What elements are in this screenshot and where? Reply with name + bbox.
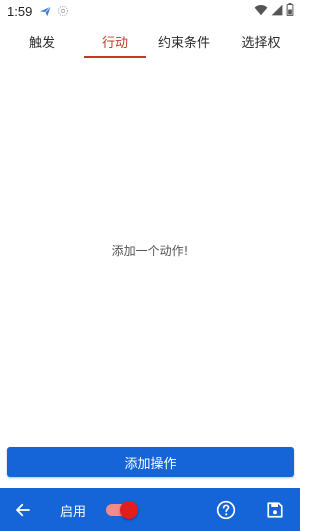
tab-options-label: 选择权 xyxy=(241,35,281,51)
tab-action-label: 行动 xyxy=(101,35,128,51)
add-action-button-label: 添加操作 xyxy=(124,456,177,472)
enable-label: 启用 xyxy=(60,505,87,520)
empty-state-message: 添加一个动作! xyxy=(111,244,189,258)
tab-bar: 触发 行动 约束条件 选择权 xyxy=(0,26,300,58)
add-action-button[interactable]: 添加操作 xyxy=(7,447,294,477)
wifi-icon xyxy=(254,4,268,19)
status-right-icons xyxy=(254,3,294,19)
arrow-left-icon[interactable] xyxy=(12,499,34,521)
tab-trigger-label: 触发 xyxy=(28,35,55,51)
notification-outline-icon xyxy=(56,4,70,18)
toggle-thumb xyxy=(120,501,138,519)
status-time: 1:59 xyxy=(7,3,33,19)
battery-icon xyxy=(286,3,294,19)
tab-action[interactable]: 行动 xyxy=(84,26,146,58)
cellular-signal-icon xyxy=(271,4,283,19)
bottom-bar: 启用 xyxy=(0,488,300,531)
enable-toggle[interactable] xyxy=(106,501,138,519)
floppy-disk-icon[interactable] xyxy=(264,499,286,521)
tab-options[interactable]: 选择权 xyxy=(222,26,300,56)
status-bar: 1:59 xyxy=(0,0,300,22)
tab-trigger[interactable]: 触发 xyxy=(0,26,84,56)
tab-constraints[interactable]: 约束条件 xyxy=(146,26,222,56)
help-circle-icon[interactable] xyxy=(215,499,237,521)
paper-plane-icon xyxy=(38,4,52,18)
tab-constraints-label: 约束条件 xyxy=(157,35,210,51)
